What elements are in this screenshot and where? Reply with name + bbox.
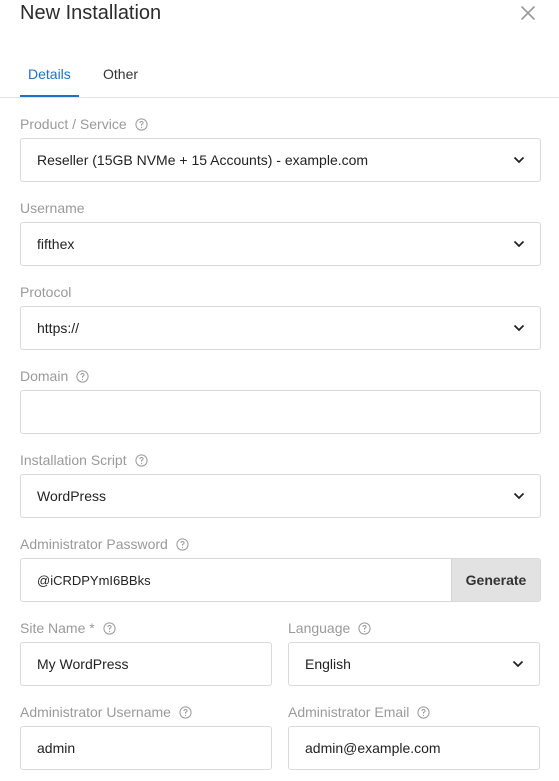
chevron-down-icon [513,240,525,248]
protocol-select[interactable]: https:// [20,306,541,350]
username-select[interactable]: fifthex [20,222,541,266]
tab-details[interactable]: Details [28,66,71,82]
help-circle-icon[interactable] [135,117,148,131]
active-tab-indicator [20,95,79,97]
admin-username-input[interactable]: admin [20,726,272,770]
admin-username-label: Administrator Username [20,704,192,720]
language-label: Language [288,620,371,636]
domain-label: Domain [20,368,89,384]
admin-email-input[interactable]: admin@example.com [288,726,540,770]
chevron-down-icon [513,324,525,332]
help-circle-icon[interactable] [176,537,189,551]
help-circle-icon[interactable] [417,705,430,719]
installation-script-label: Installation Script [20,452,148,468]
domain-text-input[interactable] [37,404,540,420]
installation-script-select[interactable]: WordPress [20,474,541,518]
admin-password-label: Administrator Password [20,536,189,552]
help-circle-icon[interactable] [179,705,192,719]
help-circle-icon[interactable] [358,621,371,635]
admin-password-input[interactable]: @iCRDPYmI6BBks [21,559,451,601]
chevron-down-icon [512,660,524,668]
chevron-down-icon [513,156,525,164]
site-name-label: Site Name * [20,620,116,636]
domain-input[interactable] [20,390,541,434]
language-select[interactable]: English [288,642,540,686]
product-service-select[interactable]: Reseller (15GB NVMe + 15 Accounts) - exa… [20,138,541,182]
help-circle-icon[interactable] [103,621,116,635]
help-circle-icon[interactable] [76,369,89,383]
generate-password-button[interactable]: Generate [451,559,540,601]
chevron-down-icon [513,492,525,500]
admin-email-label: Administrator Email [288,704,430,720]
protocol-label: Protocol [20,284,72,300]
help-circle-icon[interactable] [135,453,148,467]
tab-other[interactable]: Other [103,66,138,82]
product-service-label: Product / Service [20,116,148,132]
username-label: Username [20,200,85,216]
admin-password-group: @iCRDPYmI6BBks Generate [20,558,541,602]
close-icon[interactable] [519,4,537,22]
tab-bar: Details Other [0,60,559,98]
site-name-input[interactable]: My WordPress [20,642,272,686]
dialog-title: New Installation [20,2,162,24]
